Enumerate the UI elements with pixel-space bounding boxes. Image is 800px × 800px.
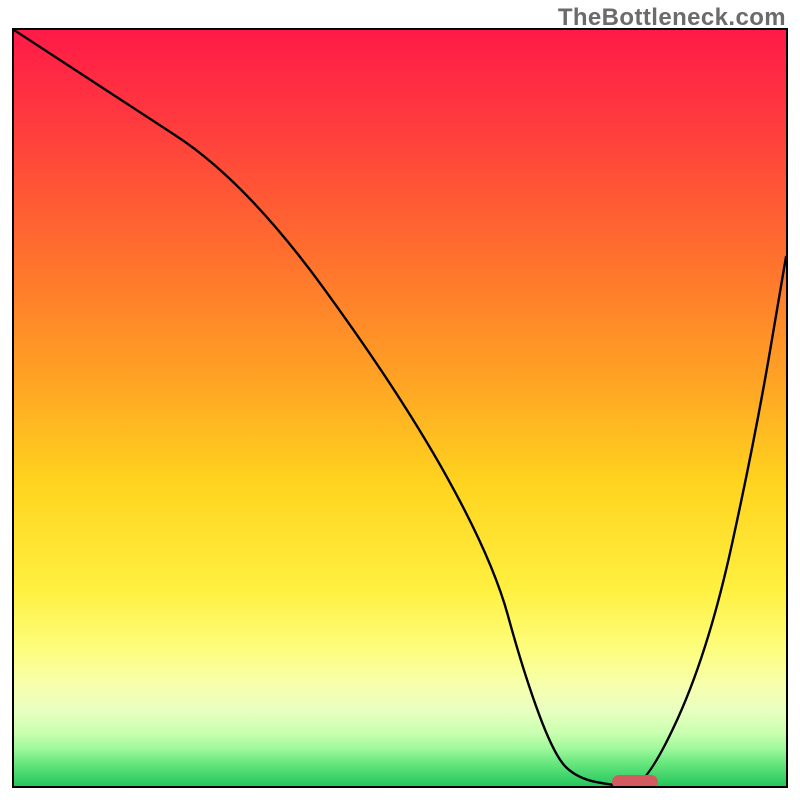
chart-canvas: TheBottleneck.com — [0, 0, 800, 800]
watermark: TheBottleneck.com — [558, 4, 786, 32]
spectral-background — [14, 30, 786, 786]
plot-frame — [12, 28, 788, 788]
optimum-marker — [612, 775, 658, 788]
